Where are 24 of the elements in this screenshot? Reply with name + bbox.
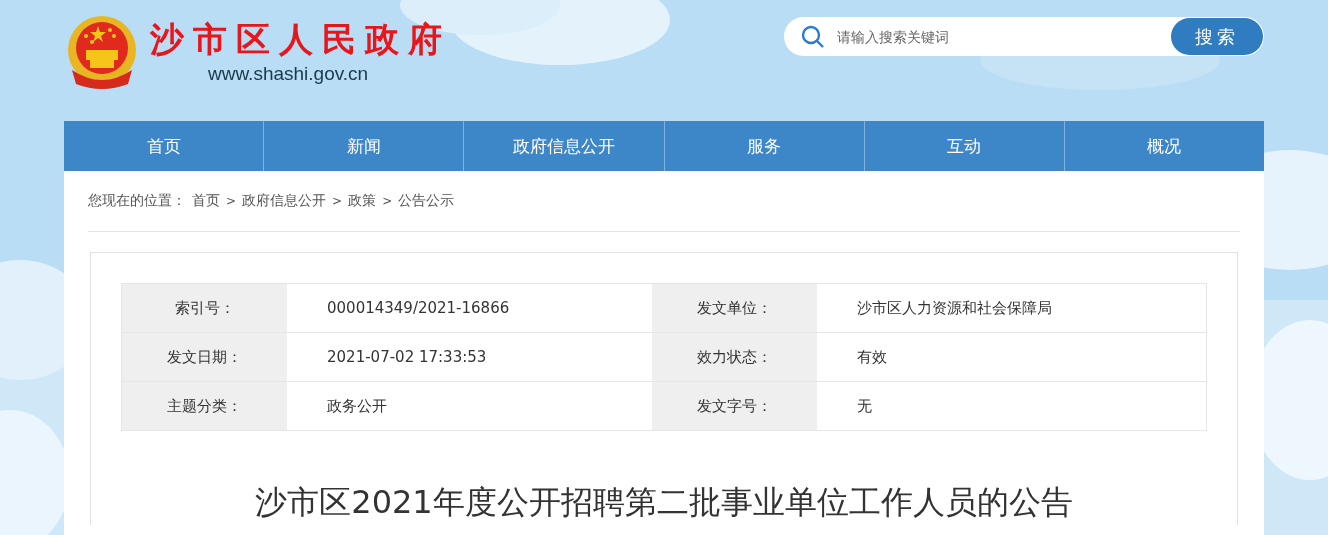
site-title: 沙市区人民政府 [150,19,451,59]
meta-value: 无 [817,382,1206,431]
meta-value: 沙市区人力资源和社会保障局 [817,284,1206,333]
meta-label: 发文字号： [652,382,817,431]
article-title: 沙市区2021年度公开招聘第二批事业单位工作人员的公告 [254,482,1074,523]
meta-label: 主题分类： [122,382,287,431]
breadcrumb-separator: > [332,194,343,208]
meta-label: 索引号： [122,284,287,333]
meta-label: 效力状态： [652,333,817,382]
breadcrumb-link[interactable]: 政府信息公开 [242,192,327,210]
breadcrumb-separator: > [226,194,237,208]
meta-label: 发文单位： [652,284,817,333]
search-button[interactable]: 搜索 [1171,18,1263,55]
meta-value: 有效 [817,333,1206,382]
breadcrumb-separator: > [382,194,393,208]
nav-item[interactable]: 首页 [64,121,264,171]
breadcrumb-link[interactable]: 公告公示 [398,192,455,210]
search-field[interactable]: 请输入搜索关键词 搜索 [784,17,1264,56]
breadcrumb-label: 您现在的位置： [88,192,186,210]
search-icon [801,24,825,49]
breadcrumb-link[interactable]: 首页 [192,192,220,210]
breadcrumb-link[interactable]: 政策 [348,192,377,210]
site-url: www.shashi.gov.cn [208,63,370,85]
meta-label: 发文日期： [122,333,287,382]
